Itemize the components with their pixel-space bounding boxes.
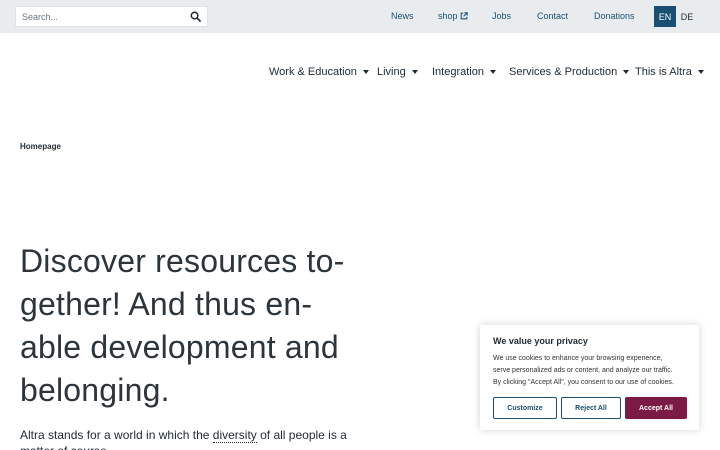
nav-item-label: Services & Production [509,66,618,78]
nav-item-integration[interactable]: Integration [432,66,496,78]
top-link-shop-label: shop [438,11,458,21]
intro-text-before: Altra stands for a world in which the [20,428,213,442]
caret-down-icon [489,70,496,74]
cookie-customize-button[interactable]: Customize [493,397,557,419]
nav-item-label: Living [377,66,406,78]
caret-down-icon [623,70,630,74]
nav-item-work-education[interactable]: Work & Education [269,66,369,78]
breadcrumb-homepage[interactable]: Homepage [20,142,61,151]
search-icon[interactable] [190,11,201,22]
nav-item-label: Integration [432,66,484,78]
hero-heading: Discover resources to- gether! And thus … [20,240,360,412]
main-navigation: Work & Education Living Integration Serv… [0,66,720,82]
language-de-button[interactable]: DE [678,6,696,27]
hero-line: Discover resources to- [20,243,345,279]
cookie-text-line: serve personalized ads or content, and a… [493,367,673,374]
language-en-button[interactable]: EN [654,6,676,27]
top-utility-bar: News shop Jobs Contact Donations EN DE [0,0,720,33]
caret-down-icon [697,70,704,74]
search-box [15,6,208,27]
top-link-donations[interactable]: Donations [594,11,635,21]
hero-line: able development and [20,329,339,365]
cookie-accept-all-button[interactable]: Accept All [625,397,687,419]
cookie-description: We use cookies to enhance your browsing … [493,353,689,389]
caret-down-icon [411,70,418,74]
nav-item-label: Work & Education [269,66,357,78]
nav-item-label: This is Altra [635,66,692,78]
cookie-reject-all-button[interactable]: Reject All [561,397,621,419]
nav-item-services-production[interactable]: Services & Production [509,66,630,78]
search-input[interactable] [16,7,186,26]
cookie-consent-banner: We value your privacy We use cookies to … [480,325,699,430]
intro-paragraph: Altra stands for a world in which the di… [20,427,360,450]
nav-item-living[interactable]: Living [377,66,418,78]
cookie-text-line: We use cookies to enhance your browsing … [493,355,663,362]
external-link-icon [460,12,468,20]
cookie-text-line: By clicking "Accept All", you consent to… [493,379,674,386]
hero-line: belonging. [20,372,170,408]
top-link-contact[interactable]: Contact [537,11,568,21]
cookie-title: We value your privacy [493,336,588,346]
glossary-term-diversity[interactable]: diversity [212,428,257,443]
hero-line: gether! And thus en- [20,286,313,322]
top-link-shop[interactable]: shop [438,11,468,21]
nav-item-this-is-altra[interactable]: This is Altra [635,66,704,78]
top-link-news[interactable]: News [391,11,414,21]
top-link-jobs[interactable]: Jobs [492,11,511,21]
caret-down-icon [362,70,369,74]
